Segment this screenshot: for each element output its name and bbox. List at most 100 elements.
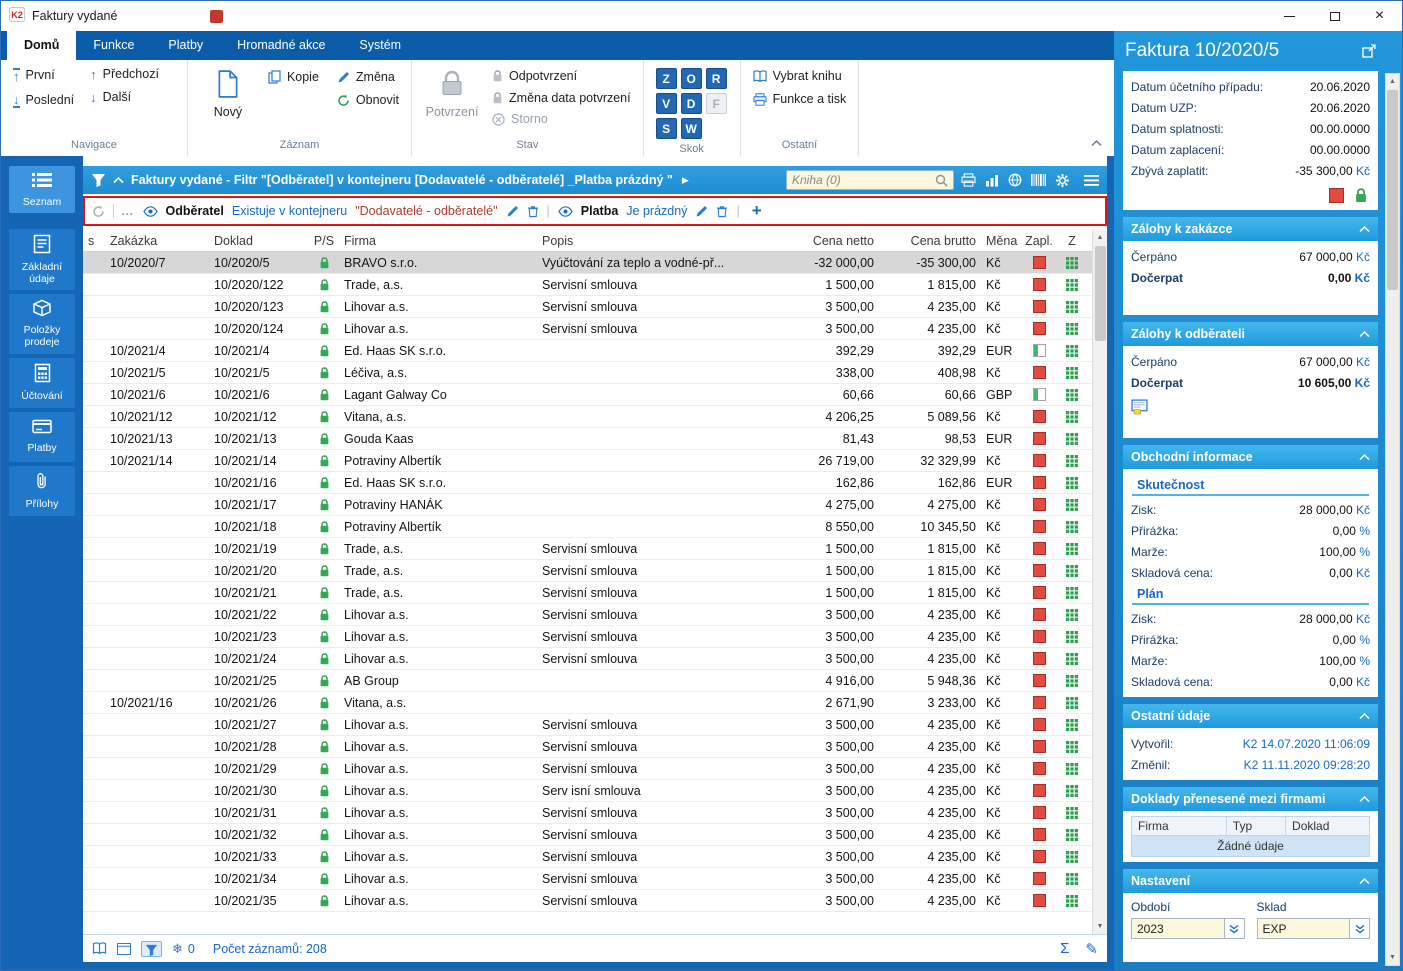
section-zalohy-odberatel[interactable]: Zálohy k odběrateli xyxy=(1123,322,1378,346)
table-row[interactable]: 10/2021/20 Trade, a.s. Servisní smlouva 1 5… xyxy=(83,560,1092,582)
settings-gear-icon[interactable] xyxy=(1055,173,1070,188)
table-row[interactable]: 10/2021/29 Lihovar a.s. Servisní smlouva 3 … xyxy=(83,758,1092,780)
table-row[interactable]: 10/2021/12 10/2021/12 Vitana, a.s. 4 206,25… xyxy=(83,406,1092,428)
new-button[interactable]: Nový xyxy=(200,68,256,119)
book-search[interactable] xyxy=(786,170,954,190)
print-icon[interactable] xyxy=(961,173,976,187)
jump-key-w[interactable]: W xyxy=(680,118,702,139)
column-header-mena[interactable]: Měna xyxy=(981,234,1021,248)
jump-key-z[interactable]: Z xyxy=(655,68,677,89)
eye-icon[interactable] xyxy=(558,205,573,217)
jump-key-s[interactable]: S xyxy=(655,118,677,139)
next-button[interactable]: ↓ Další xyxy=(90,91,159,104)
ribbon-collapse-button[interactable] xyxy=(1091,135,1102,150)
transfer-column-firma[interactable]: Firma xyxy=(1132,817,1227,835)
table-row[interactable]: 10/2021/13 10/2021/13 Gouda Kaas 81,43 98,53… xyxy=(83,428,1092,450)
table-row[interactable]: 10/2021/31 Lihovar a.s. Servisní smlouva 3 … xyxy=(83,802,1092,824)
jump-key-r[interactable]: R xyxy=(705,68,727,89)
table-row[interactable]: 10/2020/123 Lihovar a.s. Servisní smlouva 3… xyxy=(83,296,1092,318)
table-row[interactable]: 10/2021/16 10/2021/26 Vitana, a.s. 2 671,90… xyxy=(83,692,1092,714)
tab-system[interactable]: Systém xyxy=(342,31,418,60)
column-header-doklad[interactable]: Doklad xyxy=(209,234,309,248)
sidebar-item-zakladni-udaje[interactable]: Základní údaje xyxy=(9,229,75,291)
expand-panel-icon[interactable] xyxy=(1362,44,1376,58)
table-row[interactable]: 10/2021/24 Lihovar a.s. Servisní smlouva 3 … xyxy=(83,648,1092,670)
table-row[interactable]: 10/2021/27 Lihovar a.s. Servisní smlouva 3 … xyxy=(83,714,1092,736)
table-row[interactable]: 10/2020/124 Lihovar a.s. Servisní smlouva 3… xyxy=(83,318,1092,340)
barcode-icon[interactable] xyxy=(1031,174,1046,186)
dropdown-icon[interactable] xyxy=(1223,919,1244,938)
column-header-netto[interactable]: Cena netto xyxy=(737,234,879,248)
play-icon[interactable]: ▶ xyxy=(682,175,689,186)
eye-icon[interactable] xyxy=(142,205,158,217)
scroll-up-icon[interactable]: ▲ xyxy=(1385,74,1400,89)
edit-condition-icon[interactable] xyxy=(695,205,708,218)
change-button[interactable]: Změna xyxy=(337,70,399,84)
edit-note-icon[interactable]: ✎ xyxy=(1085,940,1098,958)
table-row[interactable]: 10/2021/14 10/2021/14 Potraviny Albertík 26… xyxy=(83,450,1092,472)
section-ostatni-udaje[interactable]: Ostatní údaje xyxy=(1123,704,1378,728)
table-row[interactable]: 10/2021/34 Lihovar a.s. Servisní smlouva 3 … xyxy=(83,868,1092,890)
sidebar-item-platby[interactable]: Platby xyxy=(9,411,75,462)
column-header-zakazka[interactable]: Zakázka xyxy=(105,234,209,248)
table-row[interactable]: 10/2021/16 Ed. Haas SK s.r.o. 162,86 162,86… xyxy=(83,472,1092,494)
delete-condition-icon[interactable] xyxy=(716,205,728,218)
scroll-down-icon[interactable]: ▼ xyxy=(1093,919,1108,934)
section-zalohy-zakazka[interactable]: Zálohy k zakázce xyxy=(1123,217,1378,241)
table-row[interactable]: 10/2021/5 10/2021/5 Léčiva, a.s. 338,00 408,… xyxy=(83,362,1092,384)
panel-view-icon[interactable] xyxy=(117,942,131,955)
close-button[interactable]: × xyxy=(1357,1,1402,31)
edit-condition-icon[interactable] xyxy=(506,205,519,218)
chart-icon[interactable] xyxy=(985,174,999,187)
sidebar-item-uctovani[interactable]: Účtování xyxy=(9,357,75,408)
column-header-ps[interactable]: P/S xyxy=(309,234,339,248)
tab-platby[interactable]: Platby xyxy=(151,31,220,60)
table-row[interactable]: 10/2021/19 Trade, a.s. Servisní smlouva 1 5… xyxy=(83,538,1092,560)
tab-funkce[interactable]: Funkce xyxy=(76,31,151,60)
jump-key-d[interactable]: D xyxy=(680,93,702,114)
table-row[interactable]: 10/2021/23 Lihovar a.s. Servisní smlouva 3 … xyxy=(83,626,1092,648)
column-header-s[interactable]: s xyxy=(83,234,105,248)
delete-condition-icon[interactable] xyxy=(527,205,539,218)
column-header-z[interactable]: Z xyxy=(1057,234,1087,248)
scroll-down-icon[interactable]: ▼ xyxy=(1385,950,1400,965)
sum-icon[interactable]: Σ xyxy=(1060,940,1069,957)
table-row[interactable]: 10/2021/30 Lihovar a.s. Serv isní smlouva 3… xyxy=(83,780,1092,802)
copy-button[interactable]: Kopie xyxy=(268,70,319,84)
transfer-column-doklad[interactable]: Doklad xyxy=(1286,817,1369,835)
column-header-brutto[interactable]: Cena brutto xyxy=(879,234,981,248)
sklad-select[interactable]: EXP xyxy=(1256,918,1370,939)
table-row[interactable]: 10/2021/28 Lihovar a.s. Servisní smlouva 3 … xyxy=(83,736,1092,758)
scroll-up-icon[interactable]: ▲ xyxy=(1093,230,1108,245)
previous-button[interactable]: ↑ Předchozí xyxy=(90,68,159,81)
panel-scrollbar[interactable]: ▲ ▼ xyxy=(1385,73,1400,966)
minimize-button[interactable] xyxy=(1267,1,1312,31)
select-book-button[interactable]: Vybrat knihu xyxy=(753,70,847,83)
unconfirm-button[interactable]: Odpotvrzení xyxy=(492,70,631,83)
column-header-popis[interactable]: Popis xyxy=(537,234,737,248)
table-row[interactable]: 10/2021/6 10/2021/6 Lagant Galway Co 60,66 6… xyxy=(83,384,1092,406)
book-view-icon[interactable] xyxy=(92,942,107,955)
column-header-firma[interactable]: Firma xyxy=(339,234,537,248)
snowflake-icon[interactable]: ❄ xyxy=(172,941,183,957)
column-header-zapl[interactable]: Zapl. xyxy=(1021,234,1057,248)
section-obchodni-informace[interactable]: Obchodní informace xyxy=(1123,445,1378,469)
obdobi-select[interactable]: 2023 xyxy=(1131,918,1245,939)
web-icon[interactable] xyxy=(1008,173,1022,187)
table-row[interactable]: 10/2021/35 Lihovar a.s. Servisní smlouva 3 … xyxy=(83,890,1092,912)
jump-key-o[interactable]: O xyxy=(680,68,702,89)
scroll-thumb[interactable] xyxy=(1094,246,1106,341)
sidebar-item-prilohy[interactable]: Přílohy xyxy=(9,465,75,516)
collapse-filter-icon[interactable] xyxy=(113,176,124,184)
table-row[interactable]: 10/2021/25 AB Group 4 916,00 5 948,36 Kč xyxy=(83,670,1092,692)
book-search-input[interactable] xyxy=(792,173,935,187)
refresh-button[interactable]: Obnovit xyxy=(337,94,399,107)
tab-hromadne-akce[interactable]: Hromadné akce xyxy=(220,31,342,60)
transfer-column-typ[interactable]: Typ xyxy=(1227,817,1287,835)
tab-domu[interactable]: Domů xyxy=(7,31,77,60)
table-row[interactable]: 10/2021/33 Lihovar a.s. Servisní smlouva 3 … xyxy=(83,846,1092,868)
table-row[interactable]: 10/2020/7 10/2020/5 BRAVO s.r.o. Vyúčtování… xyxy=(83,252,1092,274)
section-nastaveni[interactable]: Nastavení xyxy=(1123,869,1378,893)
filter-options-icon[interactable]: … xyxy=(113,204,135,218)
menu-icon[interactable] xyxy=(1084,174,1099,186)
